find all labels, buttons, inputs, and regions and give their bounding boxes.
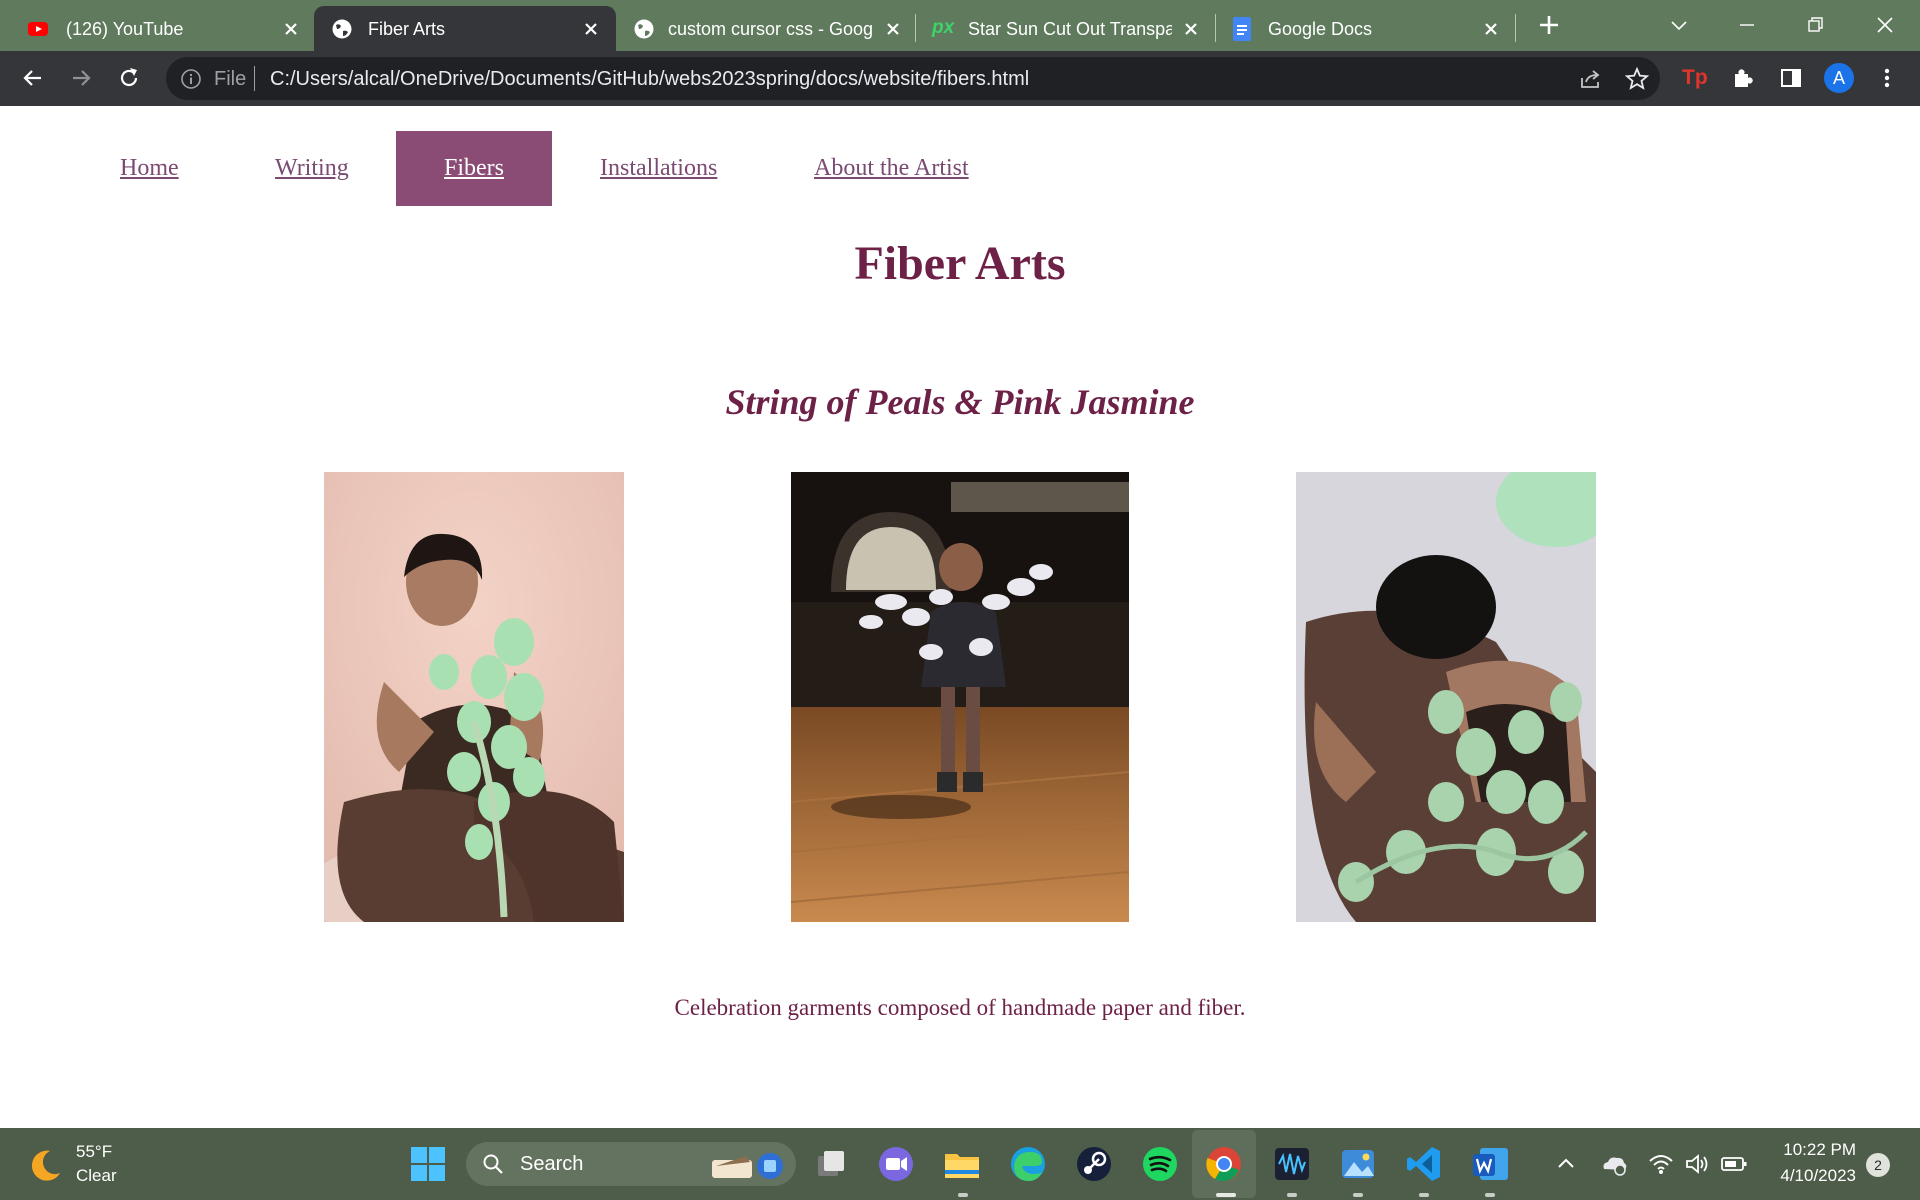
word-icon[interactable] [1470,1144,1510,1184]
share-icon[interactable] [1578,66,1604,92]
tab-title: Google Docs [1268,19,1373,39]
tab-star-sun[interactable]: px Star Sun Cut Out Transpar [918,6,1214,51]
running-indicator [1353,1193,1363,1197]
running-indicator [1216,1193,1236,1197]
tab-fiber-arts[interactable]: Fiber Arts [314,6,616,51]
spotify-icon[interactable] [1140,1144,1180,1184]
more-menu-icon[interactable] [1874,65,1900,91]
running-indicator [1485,1193,1495,1197]
address-bar[interactable]: File C:/Users/alcal/OneDrive/Documents/G… [166,57,1660,100]
site-info-icon[interactable] [180,68,202,90]
url-scheme-label: File [214,68,247,90]
tab-title: Star Sun Cut Out Transpar [968,19,1172,39]
search-icon [483,1154,503,1174]
close-tab-icon[interactable] [884,20,902,38]
tab-search-chevron-icon[interactable] [1666,12,1692,38]
audio-editor-icon[interactable] [1272,1144,1312,1184]
clock-date[interactable]: 4/10/2023 [1760,1166,1856,1186]
weather-temperature[interactable]: 55°F [76,1142,112,1162]
nav-installations[interactable]: Installations [600,131,717,206]
search-placeholder: Search [520,1153,584,1175]
profile-avatar[interactable]: A [1824,63,1854,93]
teams-icon[interactable] [876,1144,916,1184]
task-view-icon[interactable] [812,1144,852,1184]
tab-title: (126) YouTube [66,19,184,39]
tab-separator [1215,14,1216,42]
url-text[interactable]: C:/Users/alcal/OneDrive/Documents/GitHub… [270,67,1029,91]
extensions-puzzle-icon[interactable] [1730,65,1756,91]
docs-icon [1233,17,1251,41]
onedrive-sync-icon[interactable] [1600,1151,1628,1177]
weather-condition[interactable]: Clear [76,1166,117,1186]
close-tab-icon[interactable] [1482,20,1500,38]
battery-icon[interactable] [1720,1152,1748,1176]
page-title: Fiber Arts [854,237,1066,290]
tab-strip: (126) YouTube Fiber Arts custom cursor c… [0,0,1920,51]
globe-icon [332,19,352,39]
web-page: Home Writing Fibers Installations About … [0,106,1920,1128]
wifi-icon[interactable] [1648,1152,1674,1176]
piece-title: String of Peals & Pink Jasmine [725,382,1195,422]
address-divider [254,66,255,91]
running-indicator [1419,1193,1429,1197]
tab-google-docs[interactable]: Google Docs [1218,6,1518,51]
edge-icon[interactable] [1008,1144,1048,1184]
start-icon[interactable] [408,1144,448,1184]
reload-icon[interactable] [116,65,142,91]
photo-dancer-studio [791,472,1129,922]
chevron-up-icon[interactable] [1554,1152,1578,1176]
nav-about-the-artist[interactable]: About the Artist [814,131,969,206]
extension-tp-icon[interactable]: Tp [1682,64,1716,92]
photos-icon[interactable] [1338,1144,1378,1184]
notification-badge[interactable]: 2 [1866,1153,1890,1177]
search-highlight-icon [712,1153,783,1179]
moon-weather-icon[interactable] [26,1145,66,1185]
restore-icon[interactable] [1802,12,1828,38]
browser-toolbar: File C:/Users/alcal/OneDrive/Documents/G… [0,51,1920,106]
nav-home[interactable]: Home [120,131,179,206]
side-panel-icon[interactable] [1778,65,1804,91]
bookmark-star-icon[interactable] [1624,66,1650,92]
vscode-icon[interactable] [1404,1144,1444,1184]
photo-crouching-model [1296,472,1596,922]
tab-separator [1515,14,1516,42]
globe-icon [634,19,654,39]
tab-title: Fiber Arts [368,19,446,39]
running-indicator [1287,1193,1297,1197]
volume-icon[interactable] [1684,1152,1710,1176]
chrome-icon[interactable] [1204,1144,1244,1184]
forward-icon[interactable] [68,65,94,91]
youtube-icon [28,22,48,36]
tab-custom-cursor[interactable]: custom cursor css - Goog [620,6,916,51]
piece-caption: Celebration garments composed of handmad… [674,995,1246,1020]
close-tab-icon[interactable] [582,20,600,38]
steam-icon[interactable] [1074,1144,1114,1184]
nav-fibers[interactable]: Fibers [396,131,552,206]
nav-writing[interactable]: Writing [275,131,349,206]
clock-time[interactable]: 10:22 PM [1760,1140,1856,1160]
taskbar-search-box[interactable]: Search [466,1142,796,1186]
px-icon: px [932,17,955,38]
file-explorer-icon[interactable] [942,1144,982,1184]
close-tab-icon[interactable] [1182,20,1200,38]
tab-title: custom cursor css - Goog [668,19,872,39]
running-indicator [958,1193,968,1197]
tab-youtube[interactable]: (126) YouTube [0,6,310,51]
close-window-icon[interactable] [1872,12,1898,38]
new-tab-icon[interactable] [1536,12,1562,38]
windows-taskbar: 55°F Clear Search 10:22 PM 4/10/2023 2 [0,1128,1920,1200]
back-icon[interactable] [20,65,46,91]
close-tab-icon[interactable] [282,20,300,38]
tab-separator [915,14,916,42]
minimize-icon[interactable] [1734,12,1760,38]
photo-seated-model [324,472,624,922]
